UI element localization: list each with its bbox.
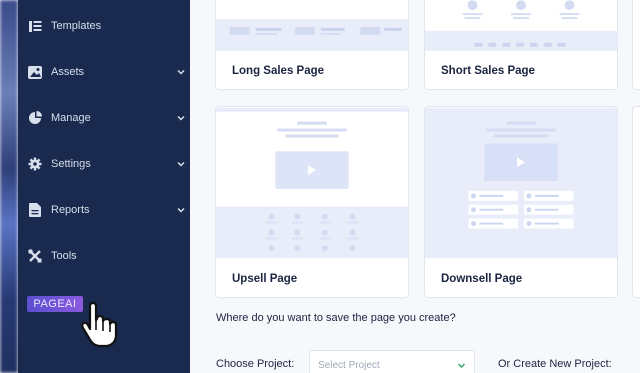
sidebar-item-reports[interactable]: Reports [18, 197, 190, 223]
sidebar-item-settings[interactable]: Settings [18, 151, 190, 177]
sidebar-item-label: Templates [51, 20, 102, 32]
reports-icon [28, 203, 42, 217]
sidebar-item-templates[interactable]: Templates [18, 13, 190, 39]
template-preview [425, 107, 617, 259]
manage-icon [28, 111, 42, 125]
sidebar-item-label: Assets [51, 66, 85, 78]
project-select[interactable]: Select Project [309, 350, 475, 373]
chevron-down-icon [177, 161, 185, 167]
choose-project-label: Choose Project: [216, 358, 295, 370]
sidebar-item-tools[interactable]: Tools [18, 243, 190, 269]
template-card-partial[interactable] [632, 0, 640, 90]
sidebar: Templates Assets Manage Settings Reports [18, 0, 190, 373]
templates-icon [28, 19, 42, 33]
chevron-down-icon [177, 115, 185, 121]
sidebar-item-label: Settings [51, 158, 91, 170]
chevron-down-icon [458, 363, 465, 368]
main-content: Long Sales Page Short Sales Page Upsell … [190, 0, 640, 373]
template-card-partial[interactable] [632, 106, 640, 298]
assets-icon [28, 65, 42, 79]
template-card-label: Upsell Page [232, 273, 298, 285]
hand-cursor-icon [81, 302, 118, 348]
template-preview [216, 0, 408, 51]
template-card-label: Long Sales Page [232, 65, 325, 77]
template-card-upsell[interactable]: Upsell Page [215, 106, 409, 298]
sidebar-item-label: Reports [51, 204, 90, 216]
sidebar-item-assets[interactable]: Assets [18, 59, 190, 85]
chevron-down-icon [177, 207, 185, 213]
create-project-label: Or Create New Project: [498, 358, 612, 370]
sidebar-item-manage[interactable]: Manage [18, 105, 190, 131]
chevron-down-icon [177, 69, 185, 75]
template-card-short-sales[interactable]: Short Sales Page [424, 0, 618, 90]
gear-icon [28, 157, 42, 171]
template-card-label: Downsell Page [441, 273, 523, 285]
template-card-downsell[interactable]: Downsell Page [424, 106, 618, 298]
template-preview [216, 107, 408, 259]
save-question: Where do you want to save the page you c… [216, 312, 456, 324]
sidebar-item-label: Manage [51, 112, 91, 124]
background-edge [0, 0, 18, 373]
template-preview [425, 0, 617, 51]
sidebar-item-label: Tools [51, 250, 77, 262]
select-placeholder: Select Project [318, 360, 380, 371]
template-card-long-sales[interactable]: Long Sales Page [215, 0, 409, 90]
template-card-label: Short Sales Page [441, 65, 535, 77]
tools-icon [28, 249, 42, 263]
pageai-badge[interactable]: PAGEAI [27, 296, 83, 312]
